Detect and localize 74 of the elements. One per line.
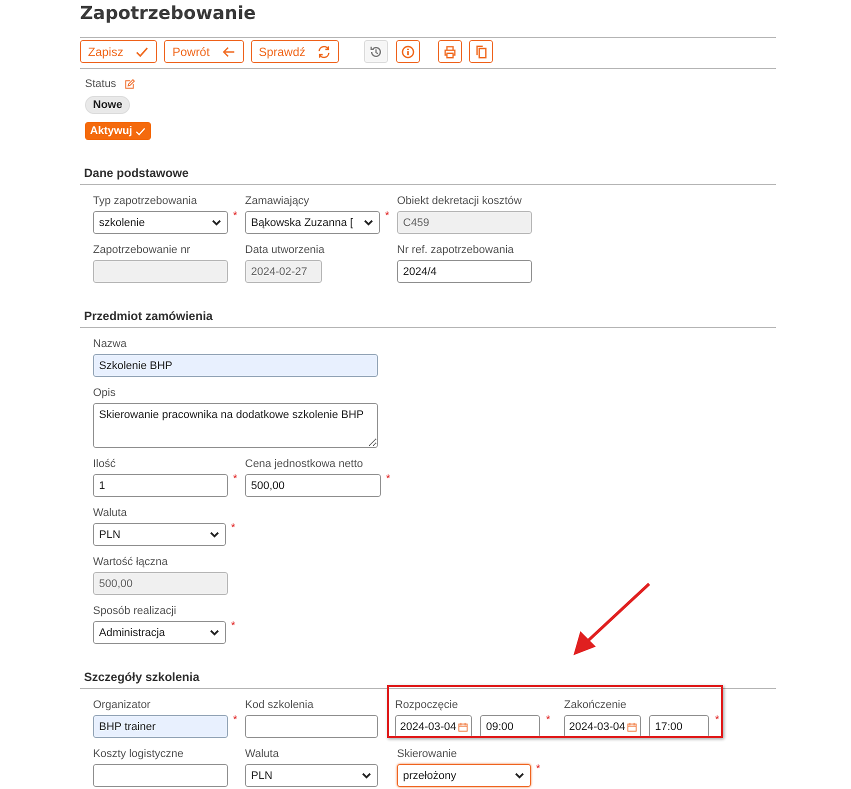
field-label: Zakończenie [564, 698, 628, 712]
history-icon [369, 44, 384, 58]
text-area[interactable]: Skierowanie pracownika na dodatkowe szkolenie BHP [93, 403, 378, 448]
page-title: Zapotrzebowanie [80, 3, 257, 26]
field-label: Typ zapotrzebowania [93, 194, 198, 208]
input-field[interactable]: BHP trainer [93, 715, 228, 738]
section-title: Przedmiot zamówienia [80, 309, 776, 328]
required-mark: * [715, 715, 720, 725]
required-mark: * [386, 474, 390, 484]
input-field[interactable]: 1 [93, 474, 228, 497]
status-label: Status [85, 77, 116, 91]
section-title: Szczegóły szkolenia [80, 670, 776, 689]
time-field[interactable]: 09:00 [480, 715, 540, 738]
input-field[interactable]: 2024/4 [397, 260, 532, 283]
check-icon [135, 126, 146, 136]
input-field[interactable]: 500,00 [245, 474, 381, 497]
arrow-left-icon [222, 44, 236, 58]
input-field[interactable] [93, 764, 228, 787]
required-mark: * [233, 211, 238, 221]
field-label: Waluta [245, 747, 280, 761]
required-mark: * [233, 715, 238, 725]
dropdown[interactable]: szkolenie [93, 211, 228, 234]
info-button[interactable] [396, 40, 420, 63]
dropdown[interactable]: Administracja [93, 621, 226, 644]
refresh-icon [317, 44, 332, 58]
field-label: Ilość [93, 457, 117, 471]
field-label: Waluta [93, 506, 128, 520]
status-badge: Nowe [85, 96, 130, 114]
input-field[interactable]: Szkolenie BHP [93, 354, 378, 377]
chevron-down-icon [361, 770, 372, 781]
field-label: Sposób realizacji [93, 604, 178, 618]
date-field[interactable]: 2024-03-04 [395, 715, 472, 738]
check-icon [135, 44, 150, 58]
field-label: Nr ref. zapotrzebowania [397, 243, 515, 257]
print-icon [443, 44, 458, 58]
field-label: Cena jednostkowa netto [245, 457, 364, 471]
chevron-down-icon [211, 217, 222, 228]
dropdown[interactable]: przełożony [397, 764, 531, 787]
dropdown[interactable]: PLN [245, 764, 378, 787]
required-mark: * [231, 523, 236, 533]
required-mark: * [231, 621, 236, 631]
field-label: Kod szkolenia [245, 698, 314, 712]
copy-button[interactable] [469, 40, 494, 63]
chevron-down-icon [209, 529, 220, 540]
print-button[interactable] [438, 40, 462, 63]
field-label: Data utworzenia [245, 243, 326, 257]
section-title: Dane podstawowe [80, 166, 776, 185]
copy-icon [474, 44, 488, 58]
field-label: Nazwa [93, 337, 128, 351]
required-mark: * [233, 474, 238, 484]
field-label: Organizator [93, 698, 152, 712]
time-field[interactable]: 17:00 [649, 715, 709, 738]
field-label: Zapotrzebowanie nr [93, 243, 192, 257]
field-label: Wartość łączna [93, 555, 169, 569]
field-label: Rozpoczęcie [395, 698, 459, 712]
field-label: Skierowanie [397, 747, 458, 761]
info-icon [401, 44, 416, 58]
field-label: Zamawiający [245, 194, 310, 208]
dropdown[interactable]: PLN [93, 523, 226, 546]
calendar-icon [458, 722, 468, 732]
chevron-down-icon [363, 217, 374, 228]
required-mark: * [536, 764, 540, 774]
chevron-down-icon [209, 627, 220, 638]
input-field[interactable] [245, 715, 378, 738]
required-mark: * [546, 715, 552, 725]
required-mark: * [385, 211, 390, 221]
field-label: Obiekt dekretacji kosztów [397, 194, 523, 208]
dropdown[interactable]: Bąkowska Zuzanna [ [245, 211, 380, 234]
edit-icon[interactable] [124, 78, 136, 90]
date-field[interactable]: 2024-03-04 [564, 715, 641, 738]
chevron-down-icon [514, 770, 525, 781]
field-label: Opis [93, 386, 117, 400]
calendar-icon [627, 722, 637, 732]
field-label: Koszty logistyczne [93, 747, 184, 761]
